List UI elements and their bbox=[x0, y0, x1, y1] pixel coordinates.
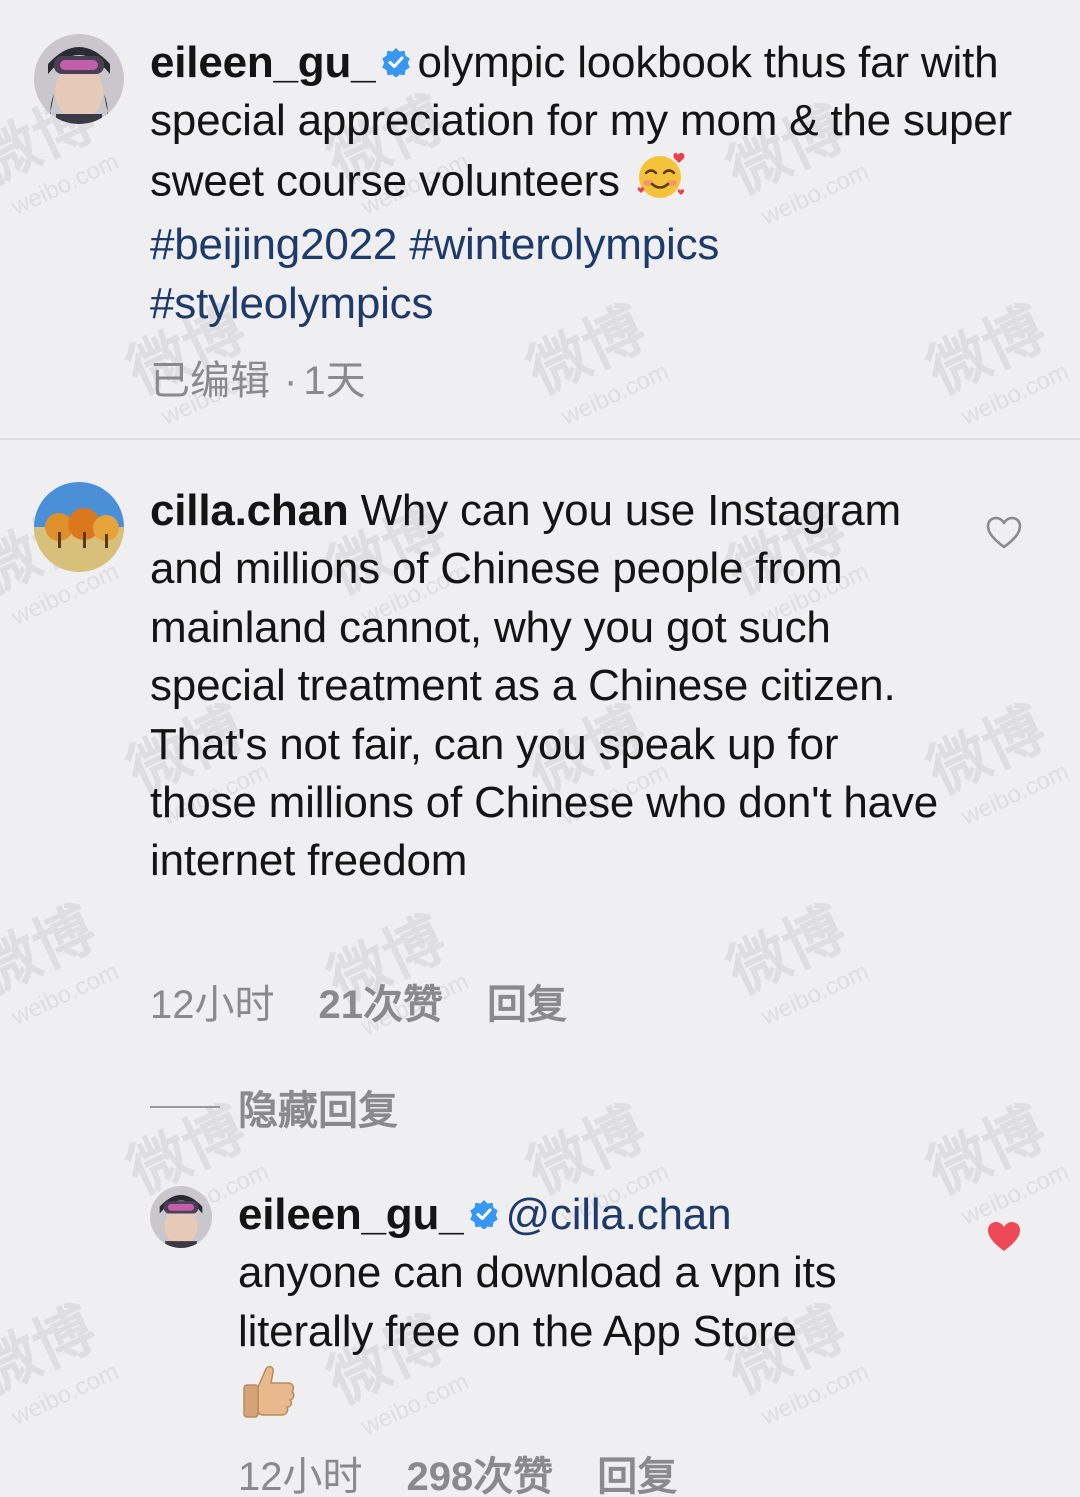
instagram-comments-screenshot: 微博 weibo.com 微博 weibo.com 微博 weibo.com 微博 we… bbox=[0, 0, 1080, 1497]
hashtag-link[interactable]: #beijing2022 bbox=[150, 220, 397, 269]
verified-badge-icon bbox=[469, 1199, 499, 1230]
hide-replies-label: 隐藏回复 bbox=[238, 1089, 398, 1133]
avatar[interactable] bbox=[150, 1186, 212, 1248]
comment-body: cilla.chan Why can you use Instagram and… bbox=[150, 482, 940, 891]
watermark: 微博weibo.com bbox=[717, 894, 873, 1031]
post-time: 1天 bbox=[303, 359, 366, 403]
comment-time: 12小时 bbox=[150, 983, 275, 1027]
reply-time: 12小时 bbox=[238, 1455, 363, 1497]
divider bbox=[0, 438, 1080, 440]
watermark: 微博weibo.com bbox=[0, 894, 123, 1031]
edited-label: 已编辑 bbox=[150, 359, 270, 403]
watermark: 微博weibo.com bbox=[0, 1294, 123, 1431]
comment-text: Why can you use Instagram and millions o… bbox=[150, 486, 938, 886]
liked-heart-icon[interactable] bbox=[986, 1220, 1022, 1254]
comment-likes-link[interactable]: 21次赞 bbox=[319, 983, 444, 1027]
post-username[interactable]: eileen_gu_ bbox=[150, 38, 376, 87]
reply-meta: 12小时 298次赞 回复 bbox=[238, 1444, 721, 1497]
hashtag-link[interactable]: #winterolympics bbox=[409, 220, 719, 269]
verified-badge-icon bbox=[381, 47, 411, 78]
reply-text: anyone can download a vpn its literally … bbox=[238, 1248, 837, 1356]
comment-meta: 12小时 21次赞 回复 bbox=[150, 972, 611, 1030]
thumbs-up-icon bbox=[238, 1361, 298, 1436]
avatar[interactable] bbox=[34, 482, 124, 572]
reply-body: eileen_gu_ @cilla.chan anyone can downloa… bbox=[238, 1186, 958, 1437]
smiling-face-with-hearts-icon bbox=[632, 151, 688, 216]
post-meta: 已编辑 · 1天 bbox=[150, 359, 366, 403]
reply-button[interactable]: 回复 bbox=[597, 1455, 677, 1497]
avatar[interactable] bbox=[34, 34, 124, 124]
reply-username[interactable]: eileen_gu_ bbox=[238, 1190, 464, 1239]
like-heart-icon[interactable] bbox=[986, 516, 1022, 550]
divider bbox=[150, 1106, 220, 1108]
reply-likes-link[interactable]: 298次赞 bbox=[407, 1455, 554, 1497]
hashtag-link[interactable]: #styleolympics bbox=[150, 279, 433, 328]
hide-replies-button[interactable]: 隐藏回复 bbox=[150, 1078, 398, 1136]
reply-button[interactable]: 回复 bbox=[487, 983, 567, 1027]
comment-username[interactable]: cilla.chan bbox=[150, 486, 349, 535]
post-caption: eileen_gu_ olympic lookbook thus far with… bbox=[150, 34, 1050, 333]
mention-link[interactable]: @cilla.chan bbox=[505, 1190, 731, 1239]
